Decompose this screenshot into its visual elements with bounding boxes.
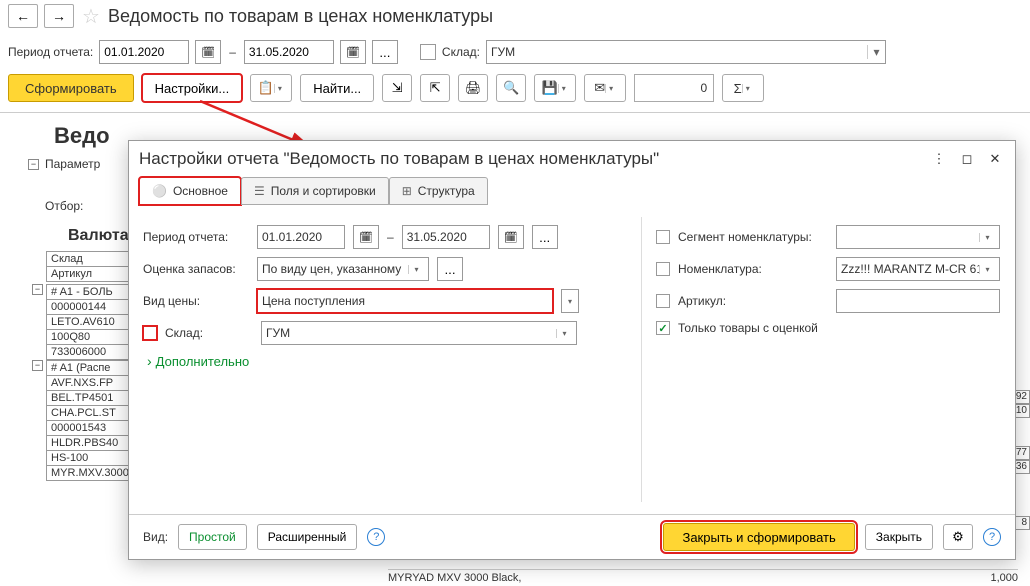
price-label: Вид цены: [143,294,249,308]
sort-icon: ☰ [254,184,265,198]
mode-simple-button[interactable]: Простой [178,524,247,550]
print-icon: 🖨 [465,80,482,96]
row-toggle[interactable]: − [32,284,43,295]
dlg-period-label: Период отчета: [143,230,249,244]
row-toggle-2[interactable]: − [32,360,43,371]
nomen-label: Номенклатура: [678,262,828,276]
segment-label: Сегмент номенклатуры: [678,230,828,244]
period-dash: – [229,45,236,59]
ocenka-ellipsis[interactable]: ... [437,257,463,281]
sigma-icon: Σ [734,81,742,96]
ocenka-select[interactable]: По виду цен, указанному▾ [257,257,429,281]
sklad-value: ГУМ [491,45,515,59]
maximize-button[interactable]: ◻ [957,149,977,169]
print-button[interactable]: 🖨 [458,74,488,102]
artikul-check[interactable] [656,294,670,308]
dropdown-caret-icon: ▾ [867,45,881,59]
favorite-star-icon[interactable]: ☆ [80,5,102,27]
date-to-input[interactable] [244,40,334,64]
bottom-fragment: MYRYAD MXV 3000 Black, [388,572,521,584]
more-toggle[interactable]: ›Дополнительно [147,353,617,369]
dlg-period-picker[interactable]: ... [532,225,558,249]
bottom-number: 1,000 [990,572,1018,584]
tab-fields[interactable]: ☰Поля и сортировки [241,177,389,205]
params-label: Параметр [45,157,125,171]
tree-toggle[interactable]: − [28,159,39,170]
form-button[interactable]: Сформировать [8,74,134,102]
email-button[interactable]: ✉▾ [584,74,626,102]
settings-button[interactable]: Настройки... [142,74,243,102]
dlg-sklad-label: Склад: [165,326,253,340]
save-icon: 💾 [542,80,558,96]
sklad-check[interactable] [143,326,157,340]
ocenka-label: Оценка запасов: [143,262,249,276]
help-button[interactable]: ? [367,528,385,546]
dlg-date-to[interactable]: 31.05.2020 [402,225,490,249]
collapse-icon: ⇱ [430,80,441,96]
period-label: Период отчета: [8,45,93,59]
expand-button[interactable]: ⇲ [382,74,412,102]
sklad-label: Склад: [442,45,480,59]
dlg-sklad-select[interactable]: ГУМ▾ [261,321,577,345]
save-button[interactable]: 💾▾ [534,74,576,102]
settings-dialog: Настройки отчета "Ведомость по товарам в… [128,140,1016,560]
email-icon: ✉ [594,80,605,96]
expand-icon: ⇲ [392,80,403,96]
segment-check[interactable] [656,230,670,244]
chevron-right-icon: › [147,353,152,369]
more-menu-button[interactable]: ⋮ [929,149,949,169]
date-from-calendar-button[interactable]: 🗓 [195,40,221,64]
page-title: Ведомость по товарам в ценах номенклатур… [108,6,493,27]
price-input[interactable]: Цена поступления [257,289,553,313]
date-to-calendar-button[interactable]: 🗓 [340,40,366,64]
preview-icon: 🔍 [503,80,519,96]
close-button[interactable]: Закрыть [865,524,933,550]
artikul-input[interactable] [836,289,1000,313]
filter-icon: ⚪ [152,184,167,198]
dlg-cal-to[interactable]: 🗓 [498,225,524,249]
tab-struct[interactable]: ⊞Структура [389,177,488,205]
period-picker-button[interactable]: ... [372,40,398,64]
nav-back-button[interactable]: ← [8,4,38,28]
paste-button[interactable]: 📋▾ [250,74,292,102]
nomen-check[interactable] [656,262,670,276]
footer-help-button[interactable]: ? [983,528,1001,546]
dialog-title: Настройки отчета "Ведомость по товарам в… [139,149,921,169]
date-from-input[interactable] [99,40,189,64]
price-dropdown[interactable]: ▾ [561,289,579,313]
preview-button[interactable]: 🔍 [496,74,526,102]
only-goods-label: Только товары с оценкой [678,321,818,335]
find-button[interactable]: Найти... [300,74,374,102]
nomen-select[interactable]: Zzz!!! MARANTZ M-CR 611 Black▾ [836,257,1000,281]
struct-icon: ⊞ [402,184,412,198]
count-display: 0 [634,74,714,102]
filter-t-icon: ⚙ [952,529,964,545]
otbor-label: Отбор: [45,199,125,213]
collapse-button[interactable]: ⇱ [420,74,450,102]
sigma-button[interactable]: Σ▾ [722,74,764,102]
close-dialog-button[interactable]: ✕ [985,149,1005,169]
sklad-checkbox[interactable] [420,44,436,60]
tab-main[interactable]: ⚪Основное [139,177,241,205]
artikul-label: Артикул: [678,294,828,308]
paste-icon: 📋 [258,80,274,96]
filter-tool-button[interactable]: ⚙ [943,524,973,550]
only-goods-check[interactable]: ✓ [656,321,670,335]
segment-select[interactable]: ▾ [836,225,1000,249]
dlg-cal-from[interactable]: 🗓 [353,225,379,249]
close-and-form-button[interactable]: Закрыть и сформировать [663,523,854,551]
dlg-date-from[interactable]: 01.01.2020 [257,225,345,249]
nav-forward-button[interactable]: → [44,4,74,28]
view-label: Вид: [143,530,168,544]
sklad-select[interactable]: ГУМ ▾ [486,40,886,64]
mode-extended-button[interactable]: Расширенный [257,524,358,550]
